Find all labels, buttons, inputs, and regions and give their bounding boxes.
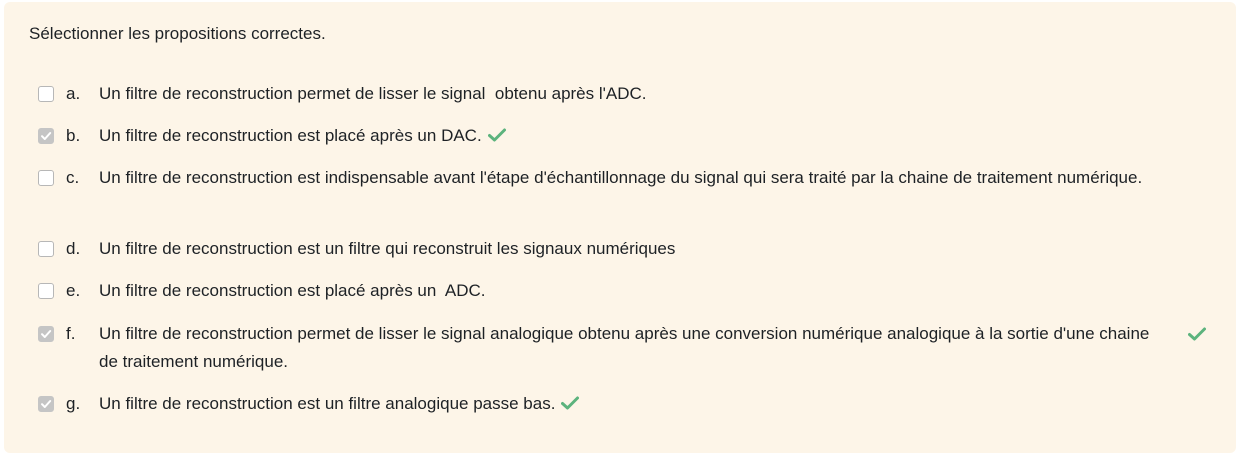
question-prompt: Sélectionner les propositions correctes.: [29, 24, 326, 43]
checkbox-icon[interactable]: [38, 241, 54, 257]
checkbox-icon[interactable]: [38, 170, 54, 186]
check-mark-icon: [561, 396, 580, 410]
answer-letter: c.: [66, 168, 80, 187]
checkbox-icon[interactable]: [38, 283, 54, 299]
answer-letter: e.: [66, 281, 81, 300]
answer-letter: d.: [66, 239, 81, 258]
answer-text: Un filtre de reconstruction est placé ap…: [99, 281, 486, 300]
answer-text: Un filtre de reconstruction est placé ap…: [99, 126, 482, 145]
answer-letter: g.: [66, 394, 81, 413]
answer-text: Un filtre de reconstruction permet de li…: [99, 324, 1155, 371]
answer-letter: b.: [66, 126, 81, 145]
answer-text: Un filtre de reconstruction est un filtr…: [99, 394, 556, 413]
check-mark-icon: [487, 128, 506, 142]
checkbox-checked-icon[interactable]: [38, 396, 54, 412]
answer-text-wrapper: Un filtre de reconstruction est un filtr…: [99, 390, 1169, 418]
check-mark-icon: [1188, 327, 1206, 341]
answer-text: Un filtre de reconstruction est indispen…: [99, 168, 1143, 187]
answer-letter: f.: [66, 324, 76, 343]
checkbox-checked-icon[interactable]: [38, 326, 54, 342]
answer-text: Un filtre de reconstruction permet de li…: [99, 84, 647, 103]
checkbox-checked-icon[interactable]: [38, 128, 54, 144]
question-panel: Sélectionner les propositions correctes.…: [4, 2, 1236, 453]
checkbox-icon[interactable]: [38, 86, 54, 102]
answer-text-wrapper: Un filtre de reconstruction est placé ap…: [99, 122, 1169, 150]
answer-text: Un filtre de reconstruction est un filtr…: [99, 239, 676, 258]
answer-letter: a.: [66, 84, 81, 103]
